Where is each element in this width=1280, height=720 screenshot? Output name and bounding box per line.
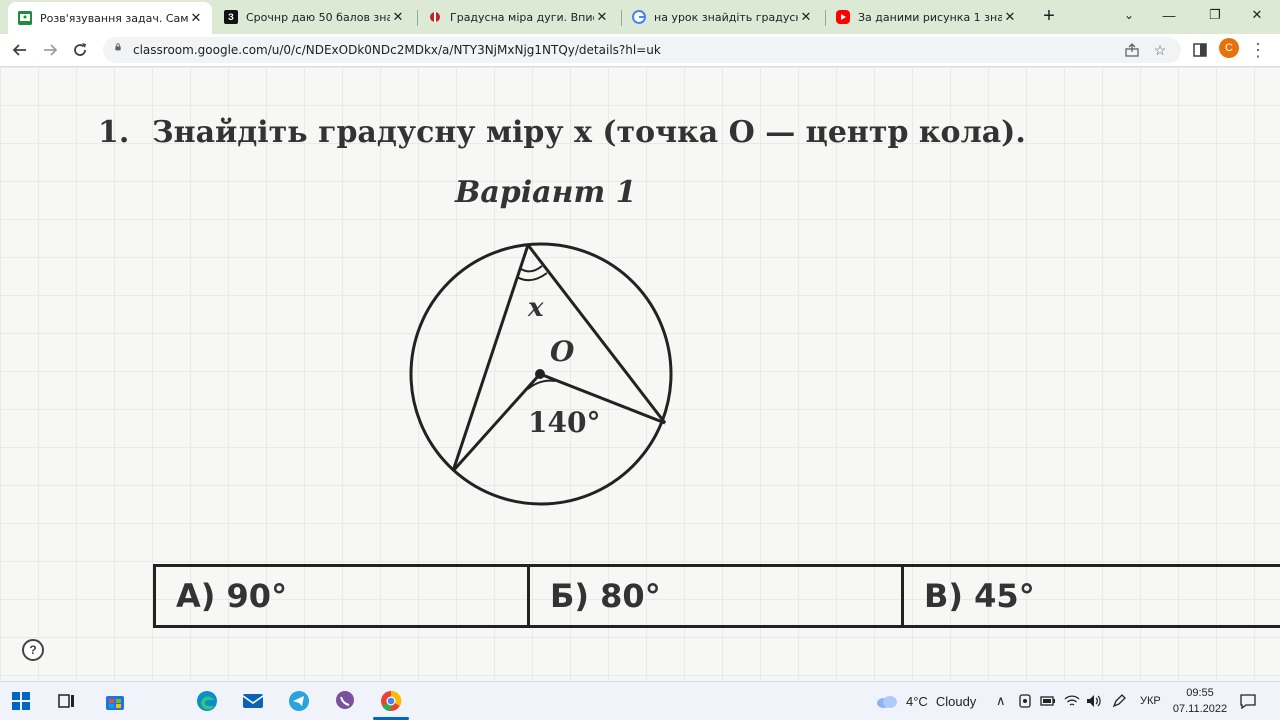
help-icon[interactable]: ? — [22, 639, 44, 661]
browser-tab-strip: Розв'язування задач. Самос ✕ З Срочнр да… — [0, 0, 1280, 34]
new-tab-button[interactable]: + — [1038, 5, 1060, 27]
side-panel-icon[interactable] — [1188, 38, 1212, 62]
battery-icon[interactable] — [1040, 682, 1056, 720]
youtube-icon — [836, 10, 850, 24]
reload-icon[interactable] — [68, 38, 92, 62]
question-number: 1. — [98, 115, 130, 150]
back-icon[interactable] — [8, 38, 32, 62]
profile-avatar[interactable]: C — [1219, 38, 1239, 58]
answer-options-table: А) 90° Б) 80° В) 45° — [153, 564, 1280, 628]
worksheet-image: 1. Знайдіть градусну міру x (точка O — ц… — [0, 67, 1280, 681]
circle-figure: x O 140° — [409, 242, 673, 506]
weather-temp: 4°C — [906, 693, 928, 709]
edge-icon[interactable] — [194, 688, 220, 714]
viber-icon[interactable] — [332, 688, 358, 714]
tab-arc-measure[interactable]: Градусна міра дуги. Вписан ✕ — [418, 4, 618, 30]
notifications-icon[interactable] — [1240, 682, 1256, 720]
share-icon[interactable] — [1123, 41, 1141, 59]
center-point — [535, 369, 545, 379]
task-view-icon[interactable] — [54, 688, 80, 714]
znanija-icon: З — [224, 10, 238, 24]
windows-start-icon[interactable] — [8, 688, 34, 714]
tab-google-search[interactable]: на урок знайдіть градусну м ✕ — [622, 4, 822, 30]
bookmark-star-icon[interactable]: ☆ — [1151, 41, 1169, 59]
address-bar[interactable]: classroom.google.com/u/0/c/NDExODk0NDc2M… — [103, 37, 1181, 63]
close-tab-icon[interactable]: ✕ — [188, 10, 204, 26]
forward-icon[interactable] — [38, 38, 62, 62]
close-tab-icon[interactable]: ✕ — [390, 9, 406, 25]
telegram-icon[interactable] — [286, 688, 312, 714]
pen-icon[interactable] — [1112, 682, 1126, 720]
language-indicator[interactable]: УКР — [1140, 682, 1161, 720]
microsoft-store-icon[interactable] — [102, 688, 128, 714]
wifi-icon[interactable] — [1064, 682, 1080, 720]
question-text: Знайдіть градусну міру x (точка O — цент… — [152, 115, 1026, 150]
inscribed-angle-arc — [516, 272, 548, 282]
google-classroom-icon — [18, 11, 32, 25]
close-tab-icon[interactable]: ✕ — [798, 9, 814, 25]
lock-icon — [115, 43, 121, 51]
minimize-button[interactable]: — — [1146, 0, 1192, 30]
angle-x-label: x — [527, 293, 544, 323]
tab-title: Розв'язування задач. Самос — [40, 11, 188, 25]
weather-condition: Cloudy — [935, 693, 977, 709]
site-icon — [428, 10, 442, 24]
variant-title: Варіант 1 — [455, 175, 637, 210]
close-tab-icon[interactable]: ✕ — [594, 9, 610, 25]
tab-znanija[interactable]: З Срочнр даю 50 балов знайд ✕ — [214, 4, 414, 30]
tray-app-icon[interactable] — [1018, 682, 1032, 720]
clock-date: 07.11.2022 — [1172, 703, 1228, 715]
google-icon — [632, 10, 646, 24]
windows-taskbar: 4°C Cloudy ∧ УКР 09:55 07.11.2022 — [0, 681, 1280, 720]
weather-widget[interactable]: 4°C Cloudy — [876, 682, 976, 720]
tab-title: За даними рисунка 1 знайд — [858, 10, 1002, 24]
angle-140-label: 140° — [528, 406, 600, 439]
clock-time: 09:55 — [1186, 687, 1214, 699]
tab-title: Градусна міра дуги. Вписан — [450, 10, 594, 24]
tab-title: на урок знайдіть градусну м — [654, 10, 798, 24]
answer-option-b: Б) 80° — [530, 567, 904, 625]
tab-title: Срочнр даю 50 балов знайд — [246, 10, 390, 24]
show-hidden-icons-chevron-icon[interactable]: ∧ — [996, 682, 1006, 720]
cloud-icon — [877, 696, 897, 708]
mail-icon[interactable] — [240, 688, 266, 714]
close-tab-icon[interactable]: ✕ — [1002, 9, 1018, 25]
inscribed-angle-arc-inner — [520, 265, 543, 273]
center-o-label: O — [550, 335, 575, 368]
tab-youtube[interactable]: За даними рисунка 1 знайд ✕ — [826, 4, 1026, 30]
radius-left — [451, 372, 542, 473]
clock[interactable]: 09:55 07.11.2022 — [1172, 685, 1228, 717]
browser-toolbar: classroom.google.com/u/0/c/NDExODk0NDc2M… — [0, 34, 1280, 67]
maximize-button[interactable]: ❐ — [1192, 0, 1238, 30]
answer-option-a: А) 90° — [156, 567, 530, 625]
answer-option-v: В) 45° — [924, 577, 1035, 615]
chord-left — [451, 244, 530, 472]
chrome-icon[interactable] — [378, 688, 404, 714]
volume-icon[interactable] — [1086, 682, 1102, 720]
browser-menu-icon[interactable]: ⋮ — [1246, 38, 1270, 62]
url-text: classroom.google.com/u/0/c/NDExODk0NDc2M… — [133, 43, 661, 57]
tab-classroom[interactable]: Розв'язування задач. Самос ✕ — [8, 2, 212, 34]
close-window-button[interactable]: ✕ — [1234, 0, 1280, 30]
